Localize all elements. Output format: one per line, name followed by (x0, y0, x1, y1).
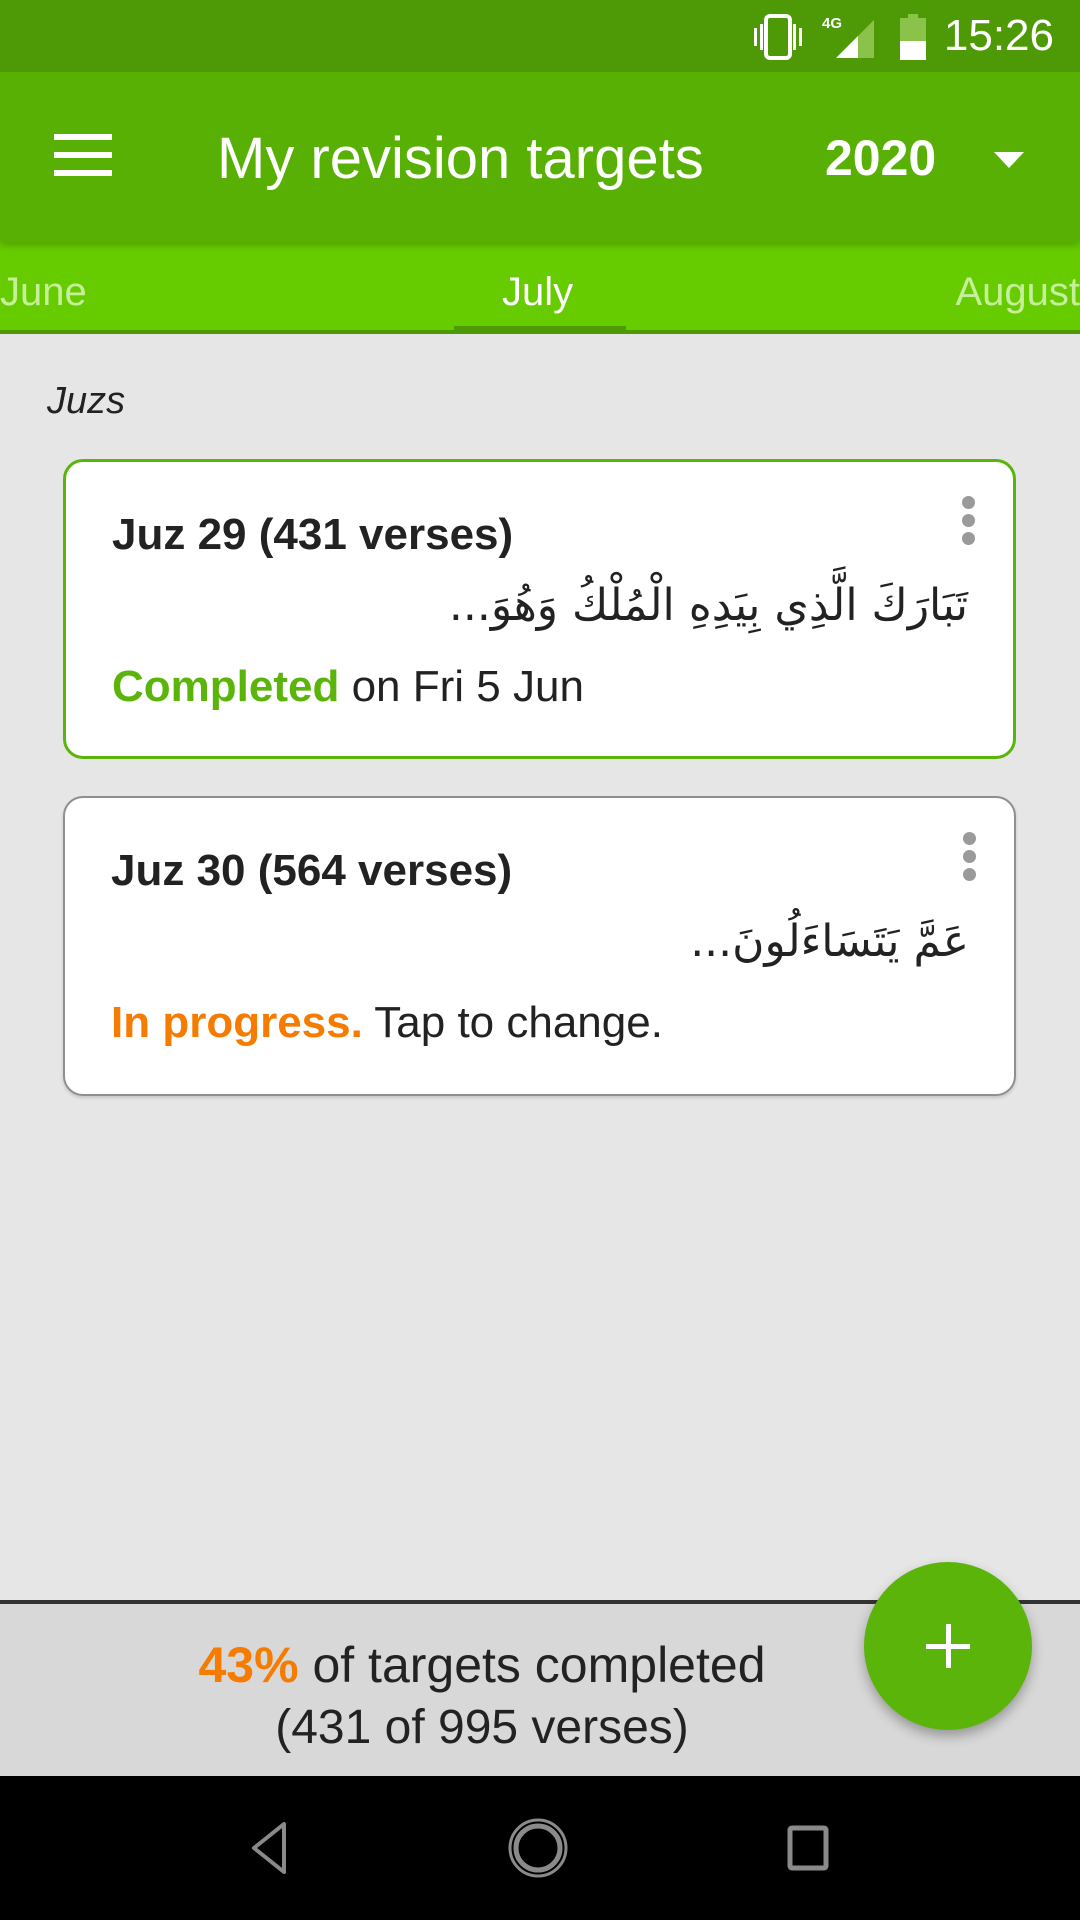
home-icon[interactable] (506, 1816, 570, 1880)
tab-indicator (454, 326, 626, 334)
status-bar: 4G 15:26 (0, 0, 1080, 72)
more-options-icon[interactable] (954, 832, 984, 892)
month-tabs: June July August (0, 242, 1080, 334)
recent-apps-icon[interactable] (776, 1816, 840, 1880)
card-arabic-text: تَبَارَكَ الَّذِي بِيَدِهِ الْمُلْكُ وَه… (448, 580, 968, 631)
clock: 15:26 (943, 11, 1054, 60)
status-detail: on Fri 5 Jun (339, 662, 584, 711)
status-in-progress-label: In progress. (111, 998, 363, 1047)
battery-icon (900, 14, 926, 60)
target-card[interactable]: Juz 29 (431 verses) تَبَارَكَ الَّذِي بِ… (63, 459, 1016, 759)
page-title: My revision targets (217, 126, 704, 191)
tab-next-month[interactable]: August (955, 268, 1080, 316)
vibrate-icon (754, 14, 802, 60)
tab-current-month[interactable]: July (502, 268, 573, 316)
card-arabic-text: عَمَّ يَتَسَاءَلُونَ... (690, 916, 969, 967)
section-label: Juzs (47, 380, 126, 422)
back-icon[interactable] (238, 1816, 302, 1880)
caret-down-icon (994, 152, 1024, 168)
year-dropdown[interactable]: 2020 (822, 128, 1062, 188)
svg-text:4G: 4G (822, 15, 842, 32)
signal-4g-icon: 4G (822, 15, 874, 58)
hamburger-menu-icon[interactable] (54, 134, 112, 176)
card-status: Completed on Fri 5 Jun (112, 662, 584, 712)
tab-previous-month[interactable]: June (0, 268, 87, 316)
card-title: Juz 29 (431 verses) (112, 510, 514, 559)
add-target-button[interactable] (864, 1562, 1032, 1730)
system-nav-bar (0, 1776, 1080, 1920)
completion-percent: 43% (198, 1637, 299, 1693)
app-bar: My revision targets 2020 (0, 72, 1080, 242)
summary-detail: (431 of 995 verses) (275, 1701, 689, 1754)
summary-text: of targets completed (298, 1637, 766, 1693)
card-status: In progress. Tap to change. (111, 998, 663, 1048)
status-detail: Tap to change. (362, 998, 663, 1047)
card-title: Juz 30 (564 verses) (111, 846, 513, 895)
target-card[interactable]: Juz 30 (564 verses) عَمَّ يَتَسَاءَلُونَ… (63, 796, 1016, 1096)
year-value: 2020 (825, 130, 937, 186)
more-options-icon[interactable] (953, 496, 983, 556)
status-completed-label: Completed (112, 662, 340, 711)
